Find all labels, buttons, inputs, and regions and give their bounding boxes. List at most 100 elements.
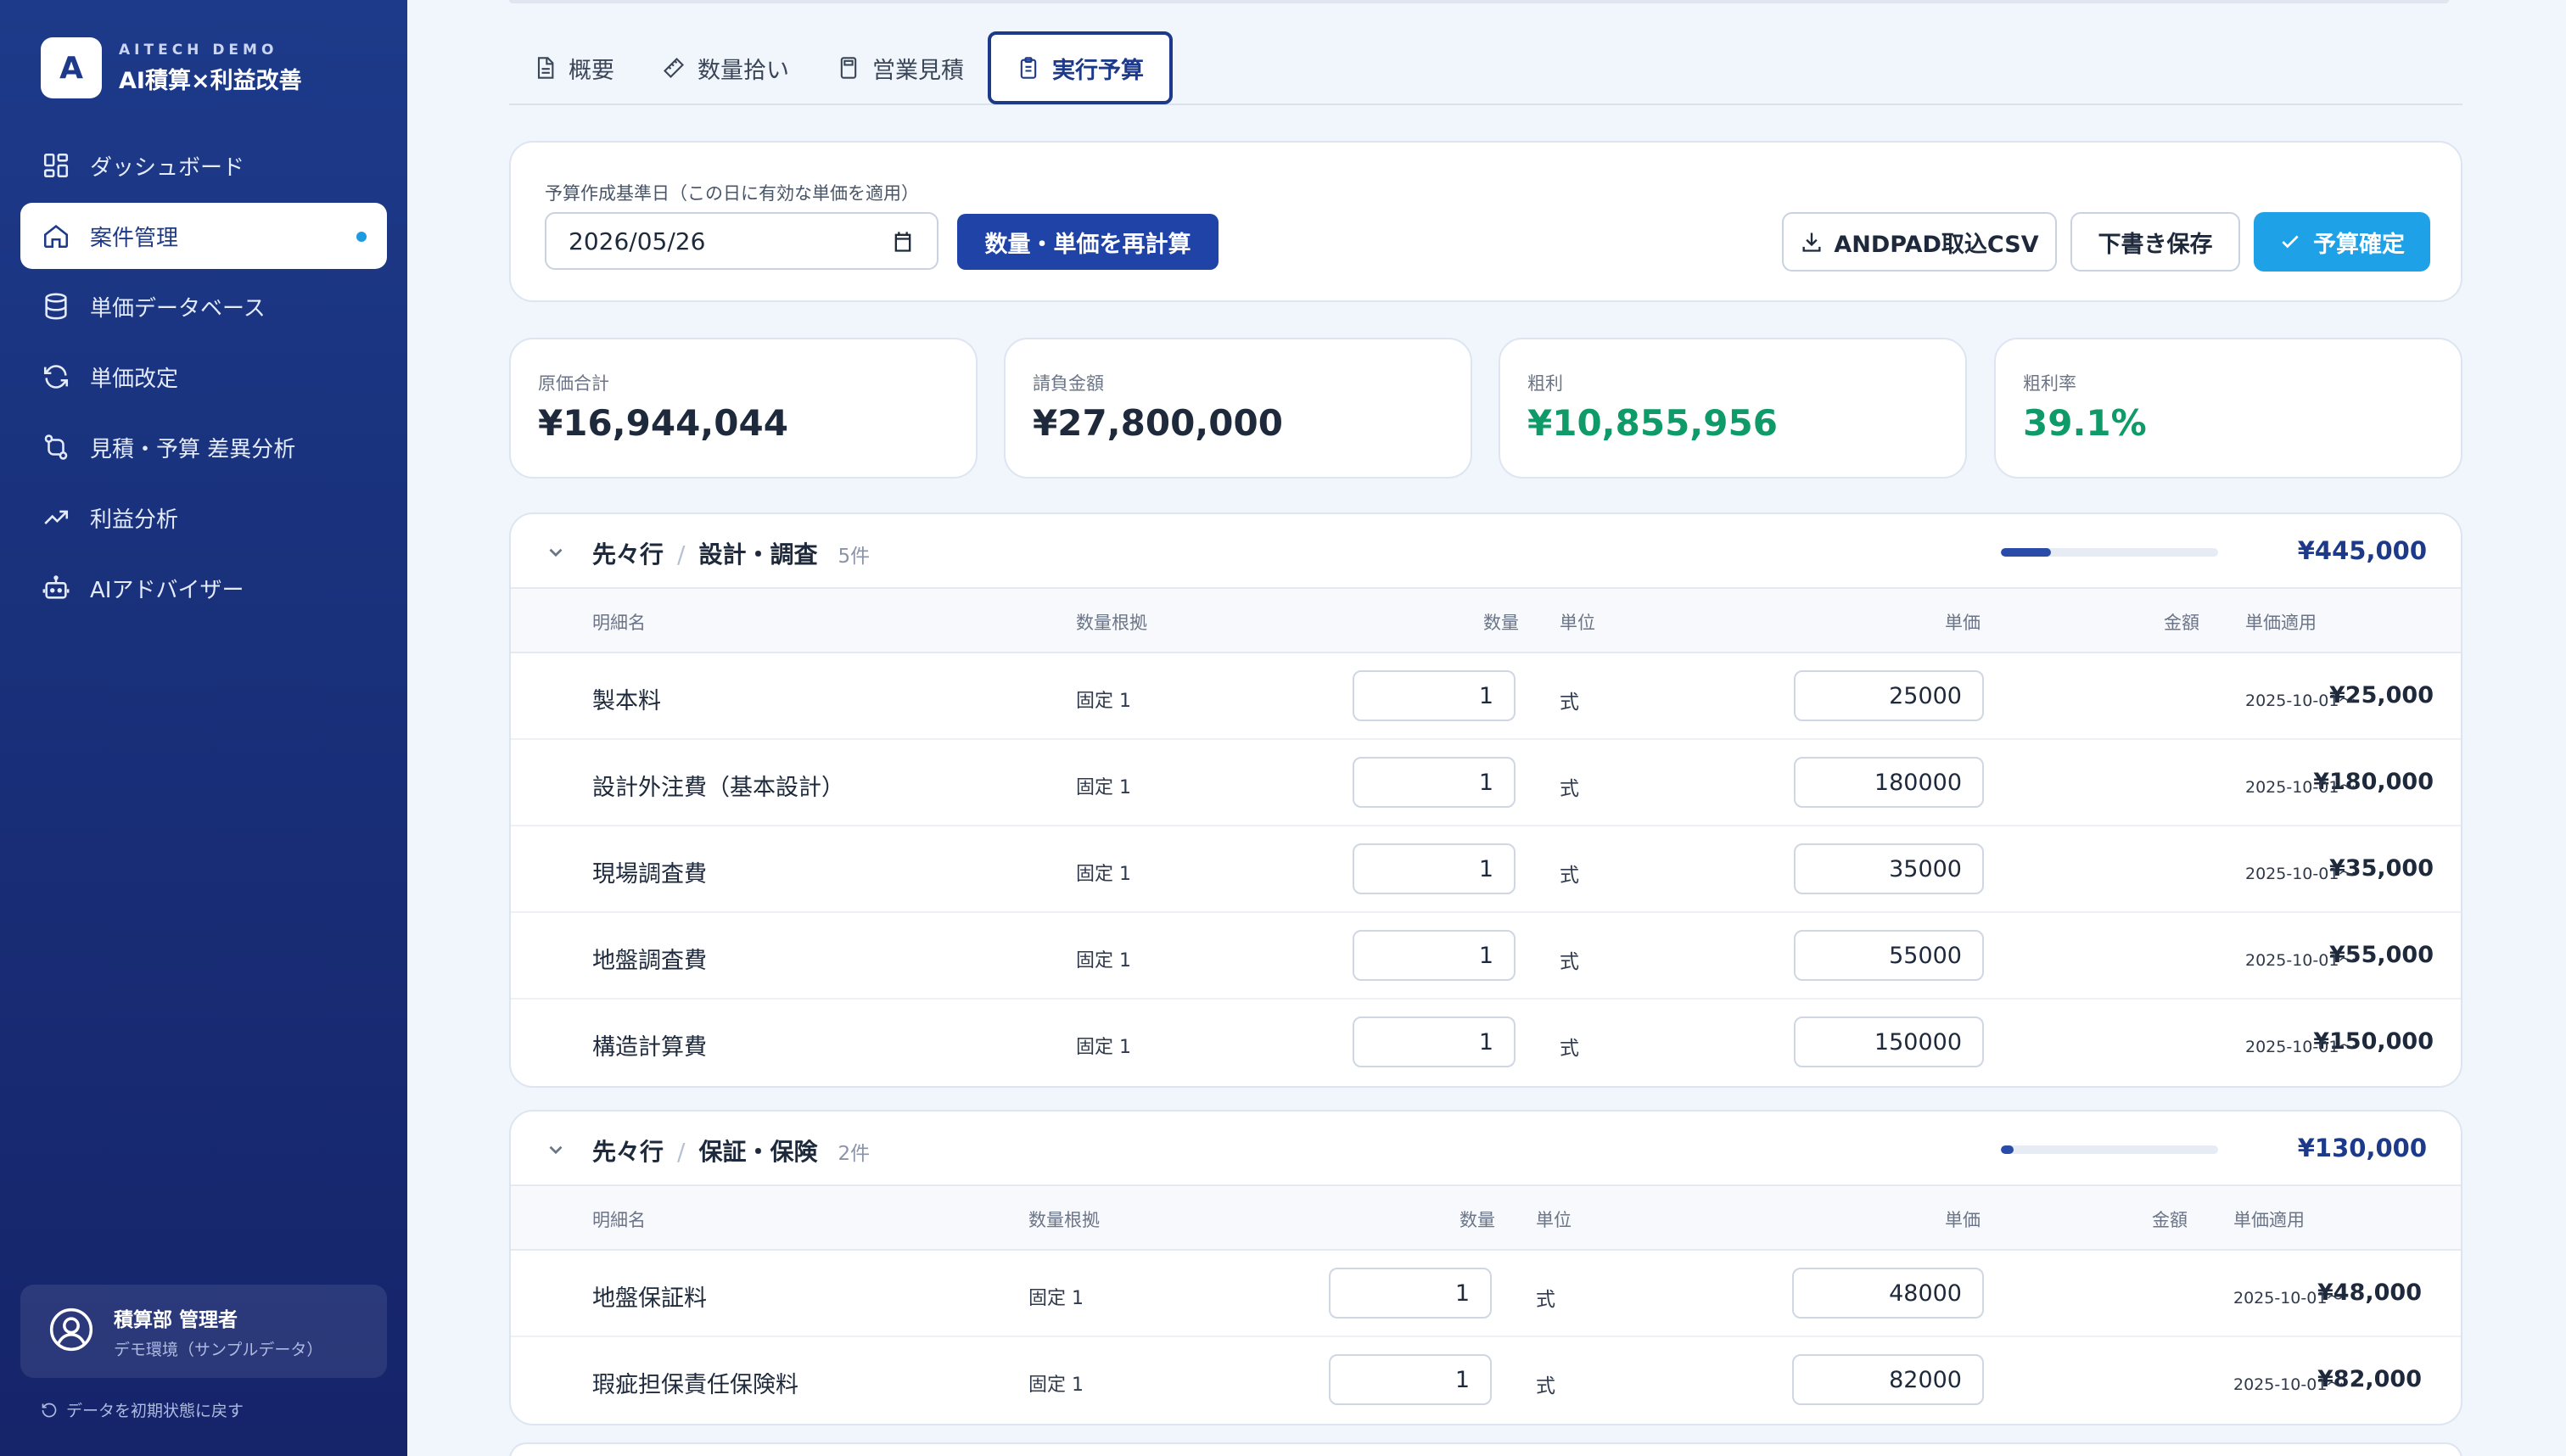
unit-price-input[interactable]: 35000 [1794,843,1984,894]
price-applied-date: 2025-10-01〜 [2245,865,2356,883]
sidebar-item-ai-advisor[interactable]: AIアドバイザー [20,555,387,621]
item-name: 設計外注費（基本設計） [592,775,844,801]
base-date-input[interactable]: 2026/05/26 [545,212,938,270]
col-price-applied: 単価適用 [2233,1210,2305,1230]
recalculate-button[interactable]: 数量・単価を再計算 [957,214,1219,270]
section-share-bar [2001,1145,2218,1154]
sidebar-item-label: AIアドバイザー [90,577,244,603]
unit-price-input[interactable]: 48000 [1792,1268,1984,1319]
tab-overview[interactable]: 概要 [509,31,638,104]
tab-quantity-takeoff[interactable]: 数量拾い [638,31,813,104]
base-date-value: 2026/05/26 [569,227,706,255]
section-group: 先々行 [592,1138,664,1166]
tab-sales-estimate[interactable]: 営業見積 [813,31,988,104]
section-category: 保証・保険 [698,1138,818,1166]
qty-basis: 固定 1 [1076,691,1131,712]
item-name: 現場調査費 [592,861,707,888]
table-row: 瑕疵担保責任保険料 固定 1 1 式 82000 ¥82,000 2025-10-01〜 [511,1337,2461,1424]
price-applied-date: 2025-10-01〜 [2245,778,2356,797]
price-applied-date: 2025-10-01〜 [2245,1038,2356,1056]
unit: 式 [1536,1289,1555,1311]
sidebar-item-price-database[interactable]: 単価データベース [20,273,387,339]
price-applied-date: 2025-10-01〜 [2233,1375,2344,1394]
unit: 式 [1560,778,1579,800]
quantity-input[interactable]: 1 [1353,843,1516,894]
kpi-gross-profit: 粗利 ¥10,855,956 [1499,338,1967,479]
table-header: 明細名 数量根拠 数量 単位 単価 金額 単価適用 [511,589,2461,653]
unit-price-input[interactable]: 180000 [1794,757,1984,808]
quantity-input[interactable]: 1 [1353,930,1516,981]
col-unit: 単位 [1560,613,1595,633]
calculator-icon [840,57,857,79]
andpad-csv-button[interactable]: ANDPAD取込CSV [1782,212,2057,272]
price-applied-date: 2025-10-01〜 [2245,692,2356,710]
confirm-budget-label: 予算確定 [2313,231,2405,258]
quantity-input[interactable]: 1 [1353,1016,1516,1067]
unit-price-input[interactable]: 55000 [1794,930,1984,981]
sidebar-item-price-revision[interactable]: 単価改定 [20,344,387,410]
kpi-label: 請負金額 [1033,373,1104,394]
qty-basis: 固定 1 [1076,1037,1131,1058]
reset-data-label: データを初期状態に戻す [66,1402,244,1420]
quantity-input[interactable]: 1 [1353,670,1516,721]
section-total: ¥445,000 [2297,536,2427,565]
sidebar-item-projects[interactable]: 案件管理 [20,203,387,269]
section-share-fill [2001,1145,2014,1154]
budget-section-warranty-insurance: 先々行 / 保証・保険 2件 ¥130,000 明細名 数量根拠 数量 単位 単… [509,1110,2462,1425]
kpi-gross-margin: 粗利率 39.1% [1994,338,2462,479]
section-share-bar [2001,548,2218,557]
unit: 式 [1560,865,1579,887]
compare-icon [41,432,71,462]
kpi-label: 粗利率 [2023,373,2076,394]
kpi-value: 39.1% [2023,402,2147,444]
user-name: 積算部 管理者 [114,1308,238,1331]
section-title: 先々行 / 保証・保険 2件 [592,1134,870,1168]
quantity-input[interactable]: 1 [1329,1268,1492,1319]
tab-execution-budget[interactable]: 実行予算 [988,31,1173,104]
unit: 式 [1560,692,1579,714]
sidebar-item-variance-analysis[interactable]: 見積・予算 差異分析 [20,414,387,480]
col-price-applied: 単価適用 [2245,613,2317,633]
unit-price-input[interactable]: 25000 [1794,670,1984,721]
home-icon [41,221,71,251]
quantity-input[interactable]: 1 [1329,1354,1492,1405]
save-draft-button[interactable]: 下書き保存 [2070,212,2240,272]
confirm-budget-button[interactable]: 予算確定 [2254,212,2430,272]
ruler-icon [664,58,684,78]
quantity-input[interactable]: 1 [1353,757,1516,808]
unit: 式 [1560,951,1579,973]
unit-price-input[interactable]: 82000 [1792,1354,1984,1405]
document-icon [537,57,554,79]
chevron-down-icon[interactable] [545,1139,567,1161]
table-row: 製本料 固定 1 1 式 25000 ¥25,000 2025-10-01〜 [511,653,2461,740]
kpi-label: 原価合計 [538,373,609,394]
qty-basis: 固定 1 [1076,950,1131,972]
kpi-contract-amount: 請負金額 ¥27,800,000 [1004,338,1472,479]
sidebar-item-label: 単価データベース [90,295,266,322]
col-item-name: 明細名 [592,613,646,633]
calendar-icon[interactable] [891,230,915,254]
brand[interactable]: A AITECH DEMO AI積算×利益改善 [41,37,302,98]
price-applied-date: 2025-10-01〜 [2233,1289,2344,1308]
section-header[interactable]: 先々行 / 設計・調査 5件 ¥445,000 [511,514,2461,589]
item-name: 製本料 [592,688,661,714]
user-card[interactable]: 積算部 管理者 デモ環境（サンプルデータ） [20,1285,387,1378]
sidebar-item-profit-analysis[interactable]: 利益分析 [20,484,387,551]
unit-price-input[interactable]: 150000 [1794,1016,1984,1067]
unit: 式 [1560,1038,1579,1060]
section-count: 2件 [838,1143,871,1165]
base-date-label: 予算作成基準日（この日に有効な単価を適用） [545,183,919,204]
reset-data-link[interactable]: データを初期状態に戻す [41,1398,244,1421]
brand-subtitle: AITECH DEMO [119,41,278,59]
section-title: 先々行 / 設計・調査 5件 [592,536,870,570]
chevron-down-icon[interactable] [545,541,567,563]
col-unit-price: 単価 [1945,613,1981,633]
section-header[interactable]: 先々行 / 保証・保険 2件 ¥130,000 [511,1112,2461,1186]
sidebar-item-dashboard[interactable]: ダッシュボード [20,132,387,199]
reset-icon [42,1403,57,1417]
table-row: 設計外注費（基本設計） 固定 1 1 式 180000 ¥180,000 2025-10-0… [511,740,2461,826]
qty-basis: 固定 1 [1076,777,1131,798]
col-item-name: 明細名 [592,1210,646,1230]
brand-logo: A [41,37,102,98]
table-body: 地盤保証料 固定 1 1 式 48000 ¥48,000 2025-10-01〜 瑕疵担保責任… [511,1251,2461,1424]
